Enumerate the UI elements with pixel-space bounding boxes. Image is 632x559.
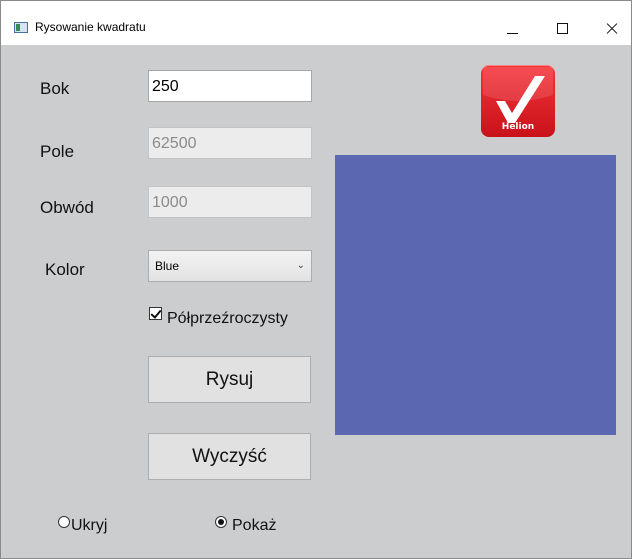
clear-button[interactable]: Wyczyść bbox=[148, 433, 311, 480]
drawn-square bbox=[335, 155, 616, 435]
perimeter-label: Obwód bbox=[40, 198, 94, 217]
hide-radio-label[interactable]: Ukryj bbox=[71, 517, 107, 535]
color-dropdown[interactable]: Blue ⌄ bbox=[148, 250, 312, 282]
side-input[interactable] bbox=[148, 70, 312, 102]
color-label: Kolor bbox=[45, 260, 85, 279]
draw-button[interactable]: Rysuj bbox=[148, 356, 311, 403]
title-bar[interactable]: Rysowanie kwadratu bbox=[1, 1, 631, 45]
semi-transparent-checkbox[interactable] bbox=[149, 307, 162, 320]
show-radio[interactable] bbox=[215, 516, 227, 528]
semi-transparent-label[interactable]: Półprzeźroczysty bbox=[167, 310, 288, 328]
app-window-icon bbox=[14, 22, 28, 33]
logo-text: Helion bbox=[501, 122, 535, 132]
color-dropdown-value: Blue bbox=[155, 259, 180, 273]
chevron-down-icon: ⌄ bbox=[296, 260, 305, 271]
area-field[interactable] bbox=[148, 127, 312, 159]
minimize-icon[interactable] bbox=[498, 15, 528, 41]
side-label: Bok bbox=[40, 79, 70, 98]
maximize-icon[interactable] bbox=[548, 15, 578, 41]
hide-radio[interactable] bbox=[58, 516, 70, 528]
perimeter-field[interactable] bbox=[148, 186, 312, 218]
window-title: Rysowanie kwadratu bbox=[35, 20, 146, 34]
show-radio-label[interactable]: Pokaż bbox=[232, 517, 276, 535]
close-icon[interactable] bbox=[597, 15, 627, 41]
area-label: Pole bbox=[40, 142, 75, 161]
main-window: Rysowanie kwadratu Bok Pole Obwód Kolor … bbox=[0, 0, 632, 559]
helion-logo: Helion bbox=[481, 65, 555, 137]
